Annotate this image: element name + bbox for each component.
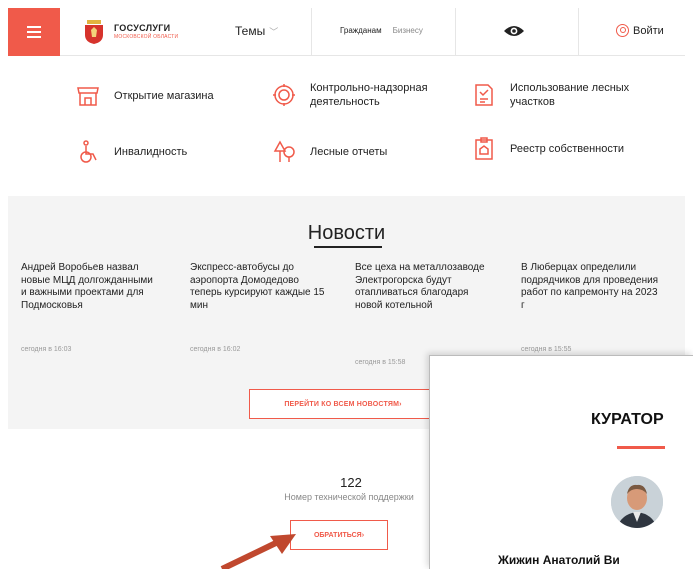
news-title: Новости [307, 222, 386, 244]
news-date: сегодня в 16:02 [190, 346, 241, 353]
service-label: Открытие магазина [114, 90, 214, 102]
wheelchair-icon [80, 140, 97, 163]
topics-dropdown[interactable]: Темы ﹀ [235, 24, 278, 38]
service-label: Использование лесных участков [510, 82, 630, 108]
news-item[interactable]: В Люберцах определили подрядчиков для пр… [521, 262, 661, 312]
hamburger-icon[interactable] [8, 8, 60, 56]
service-label: Инвалидность [114, 146, 188, 158]
support-number: 122 [340, 475, 362, 490]
service-label: Реестр собственности [510, 143, 625, 155]
shop-icon [77, 87, 99, 106]
chevron-down-icon: ﹀ [269, 26, 279, 37]
logo-subtitle: МОСКОВСКОЙ ОБЛАСТИ [114, 34, 179, 40]
support-label: Номер технической поддержки [284, 492, 414, 502]
eye-icon[interactable] [503, 22, 525, 40]
property-register-icon [475, 137, 493, 160]
news-item[interactable]: Все цеха на металлозаводе Электрогорска … [355, 262, 495, 312]
curator-title: КУРАТОР [591, 411, 664, 428]
news-date: сегодня в 15:58 [355, 359, 406, 366]
news-title-underline [314, 246, 382, 248]
header-divider [455, 8, 456, 56]
service-property-register[interactable]: Реестр собственности [472, 137, 652, 161]
curator-panel: КУРАТОР Жижин Анатолий Ви [429, 355, 693, 569]
coat-of-arms-icon [85, 20, 103, 44]
chevron-right-icon: › [361, 531, 365, 539]
all-news-button[interactable]: ПЕРЕЙТИ КО ВСЕМ НОВОСТЯМ › [249, 389, 437, 419]
curator-title-underline [617, 446, 665, 449]
news-item[interactable]: Андрей Воробьев назвал новые МЦД долгожд… [21, 262, 161, 312]
audience-tabs: Гражданам Бизнесу [340, 26, 423, 35]
service-disability[interactable]: Инвалидность [76, 140, 187, 164]
browser-viewport: ГОСУСЛУГИ МОСКОВСКОЙ ОБЛАСТИ Темы ﹀ Граж… [0, 0, 693, 569]
chevron-right-icon: › [399, 400, 402, 408]
avatar [611, 476, 663, 528]
news-item[interactable]: Экспресс-автобусы до аэропорта Домодедов… [190, 262, 330, 312]
forest-document-icon [475, 84, 493, 106]
service-inspection[interactable]: Контрольно-надзорная деятельность [272, 81, 472, 109]
inspection-icon [273, 84, 295, 106]
logo[interactable]: ГОСУСЛУГИ МОСКОВСКОЙ ОБЛАСТИ [84, 19, 178, 45]
service-forest-usage[interactable]: Использование лесных участков [472, 81, 652, 109]
curator-name: Жижин Анатолий Ви [498, 553, 620, 567]
logo-title: ГОСУСЛУГИ [114, 23, 171, 33]
news-date: сегодня в 15:55 [521, 346, 572, 353]
header-divider [311, 8, 312, 56]
service-shop-opening[interactable]: Открытие магазина [76, 84, 214, 108]
news-date: сегодня в 16:03 [21, 346, 72, 353]
service-forest-reports[interactable]: Лесные отчеты [272, 140, 387, 164]
tab-business[interactable]: Бизнесу [393, 26, 423, 35]
service-label: Контрольно-надзорная деятельность [310, 82, 428, 108]
all-news-label: ПЕРЕЙТИ КО ВСЕМ НОВОСТЯМ [284, 400, 400, 408]
login-label: Войти [633, 24, 664, 37]
topics-label: Темы [235, 24, 266, 38]
trees-icon [273, 140, 295, 162]
site-header: ГОСУСЛУГИ МОСКОВСКОЙ ОБЛАСТИ Темы ﹀ Граж… [8, 8, 685, 56]
service-label: Лесные отчеты [310, 146, 388, 158]
contact-button-label: ОБРАТИТЬСЯ [313, 531, 362, 539]
person-photo-icon [611, 476, 663, 528]
login-button[interactable]: Войти [616, 24, 664, 37]
tab-citizens[interactable]: Гражданам [340, 26, 382, 35]
contact-button[interactable]: ОБРАТИТЬСЯ › [290, 520, 388, 550]
annotation-arrow-icon [220, 534, 296, 569]
header-divider [578, 8, 579, 56]
user-icon [616, 24, 629, 37]
